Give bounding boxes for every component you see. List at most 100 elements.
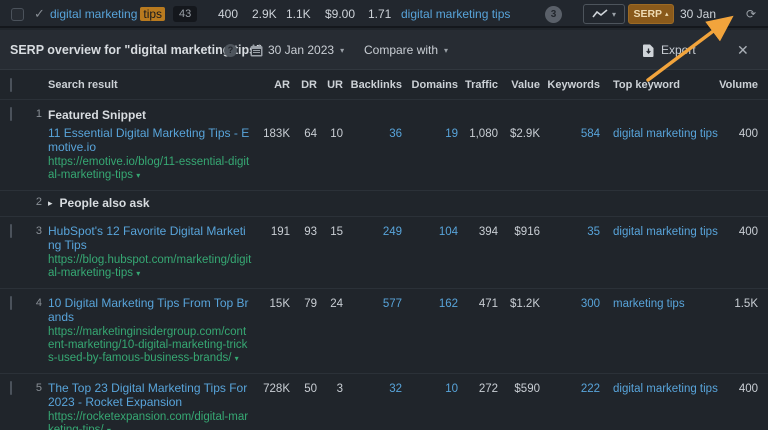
col-search-result[interactable]: Search result [48,79,252,91]
col-domains[interactable]: Domains [402,79,458,91]
top-keyword-link[interactable]: digital marketing tips [600,108,700,140]
col-keywords[interactable]: Keywords [540,79,600,91]
close-icon[interactable]: ✕ [737,30,749,70]
chevron-up-icon: ▴ [665,10,669,18]
date-label[interactable]: 30 Jan [680,0,716,28]
table-row: 5 The Top 23 Digital Marketing Tips For … [0,374,768,430]
header-checkbox[interactable] [10,79,26,91]
metric-clicks: 1.71 [368,0,391,28]
domains-link[interactable]: 104 [402,225,458,238]
chevron-down-icon: ▾ [136,171,140,180]
keywords-link[interactable]: 222 [540,382,600,395]
value-value: $916 [498,225,540,238]
row-checkbox[interactable] [10,108,26,120]
export-button[interactable]: Export [643,30,696,70]
result-title-link[interactable]: 10 Digital Marketing Tips From Top Brand… [48,297,252,324]
export-file-icon [643,44,654,57]
backlinks-link[interactable]: 36 [343,108,402,140]
ur-value: 24 [317,297,343,310]
kd-badge: 43 [173,0,197,28]
table-row: 3 HubSpot's 12 Favorite Digital Marketin… [0,217,768,289]
search-result-cell: The Top 23 Digital Marketing Tips For 20… [48,382,252,430]
keyword-row: ✓ digital marketingtips 43 400 2.9K 1.1K… [0,0,768,28]
row-number: 4 [26,297,44,309]
domains-link[interactable]: 10 [402,382,458,395]
col-ar[interactable]: AR [252,79,290,91]
keywords-link[interactable]: 584 [540,108,600,140]
keyword-text[interactable]: digital marketingtips [50,0,165,28]
result-url-link[interactable]: https://emotive.io/blog/11-essential-dig… [48,156,252,182]
serp-features-badge: 3 [545,0,562,28]
volume-value: 400 [700,382,758,395]
dr-value: 93 [290,225,317,238]
row-checkbox[interactable] [10,382,26,394]
row-number: 3 [26,225,44,237]
result-url-link[interactable]: https://rocketexpansion.com/digital-mark… [48,411,252,430]
result-url-link[interactable]: https://marketinginsidergroup.com/conten… [48,326,252,365]
traffic-value: 471 [458,297,498,310]
section-label: Featured Snippet [48,108,252,122]
keywords-link[interactable]: 300 [540,297,600,310]
chart-dropdown-button[interactable]: ▾ [583,4,625,24]
backlinks-link[interactable]: 577 [343,297,402,310]
col-volume[interactable]: Volume [700,79,758,91]
row-checkbox[interactable] [10,297,26,309]
volume-value: 400 [700,108,758,140]
ur-value: 3 [317,382,343,395]
checkbox-icon [10,224,12,238]
date-picker[interactable]: 30 Jan 2023▾ [268,30,344,70]
row-number: 1 [26,108,44,120]
row-checkbox[interactable] [11,0,24,28]
help-icon[interactable]: ? [224,30,237,70]
serp-button[interactable]: SERP▴ [628,4,674,24]
ar-value: 728K [252,382,290,395]
ar-value: 15K [252,297,290,310]
dr-value: 79 [290,297,317,310]
result-title-link[interactable]: The Top 23 Digital Marketing Tips For 20… [48,382,252,409]
col-dr[interactable]: DR [290,79,317,91]
domains-link[interactable]: 162 [402,297,458,310]
chevron-down-icon: ▾ [136,269,140,278]
table-row: 4 10 Digital Marketing Tips From Top Bra… [0,289,768,374]
people-also-ask-row[interactable]: ▸People also ask [48,196,758,210]
keywords-link[interactable]: 35 [540,225,600,238]
metric-global-volume: 2.9K [252,0,277,28]
metric-volume: 400 [218,0,238,28]
calendar-icon [250,30,263,70]
row-number: 5 [26,382,44,394]
traffic-value: 272 [458,382,498,395]
chevron-down-icon: ▾ [235,354,239,363]
col-backlinks[interactable]: Backlinks [343,79,402,91]
ar-value: 183K [252,108,290,140]
checkbox-icon [10,381,12,395]
top-keyword-link[interactable]: digital marketing tips [600,225,700,238]
result-title-link[interactable]: HubSpot's 12 Favorite Digital Marketing … [48,225,252,252]
backlinks-link[interactable]: 32 [343,382,402,395]
chevron-down-icon: ▾ [612,10,616,19]
col-ur[interactable]: UR [317,79,343,91]
checkbox-icon [10,107,12,121]
col-value[interactable]: Value [498,79,540,91]
table-row: 2▸People also ask [0,191,768,217]
chevron-down-icon: ▾ [340,46,344,55]
metric-traffic-potential: 1.1K [286,0,311,28]
serp-overview-header: SERP overview for "digital marketing tip… [0,30,768,70]
backlinks-link[interactable]: 249 [343,225,402,238]
chevron-down-icon: ▾ [107,426,111,430]
dr-value: 64 [290,108,317,140]
expand-triangle-icon: ▸ [48,198,53,209]
value-value: $590 [498,382,540,395]
refresh-icon[interactable]: ⟳ [746,0,756,28]
result-title-link[interactable]: 11 Essential Digital Marketing Tips - Em… [48,127,252,154]
compare-with-dropdown[interactable]: Compare with▾ [364,30,448,70]
table-row: 1 Featured Snippet 11 Essential Digital M… [0,100,768,191]
result-url-link[interactable]: https://blog.hubspot.com/marketing/digit… [48,254,252,280]
domains-link[interactable]: 19 [402,108,458,140]
col-top-keyword[interactable]: Top keyword [600,79,700,91]
top-keyword-link[interactable]: digital marketing tips [600,382,700,395]
parent-keyword-link[interactable]: digital marketing tips [401,0,510,28]
top-keyword-link[interactable]: marketing tips [600,297,700,310]
row-checkbox[interactable] [10,225,26,237]
checkbox-icon [11,8,24,21]
col-traffic[interactable]: Traffic [458,79,498,91]
